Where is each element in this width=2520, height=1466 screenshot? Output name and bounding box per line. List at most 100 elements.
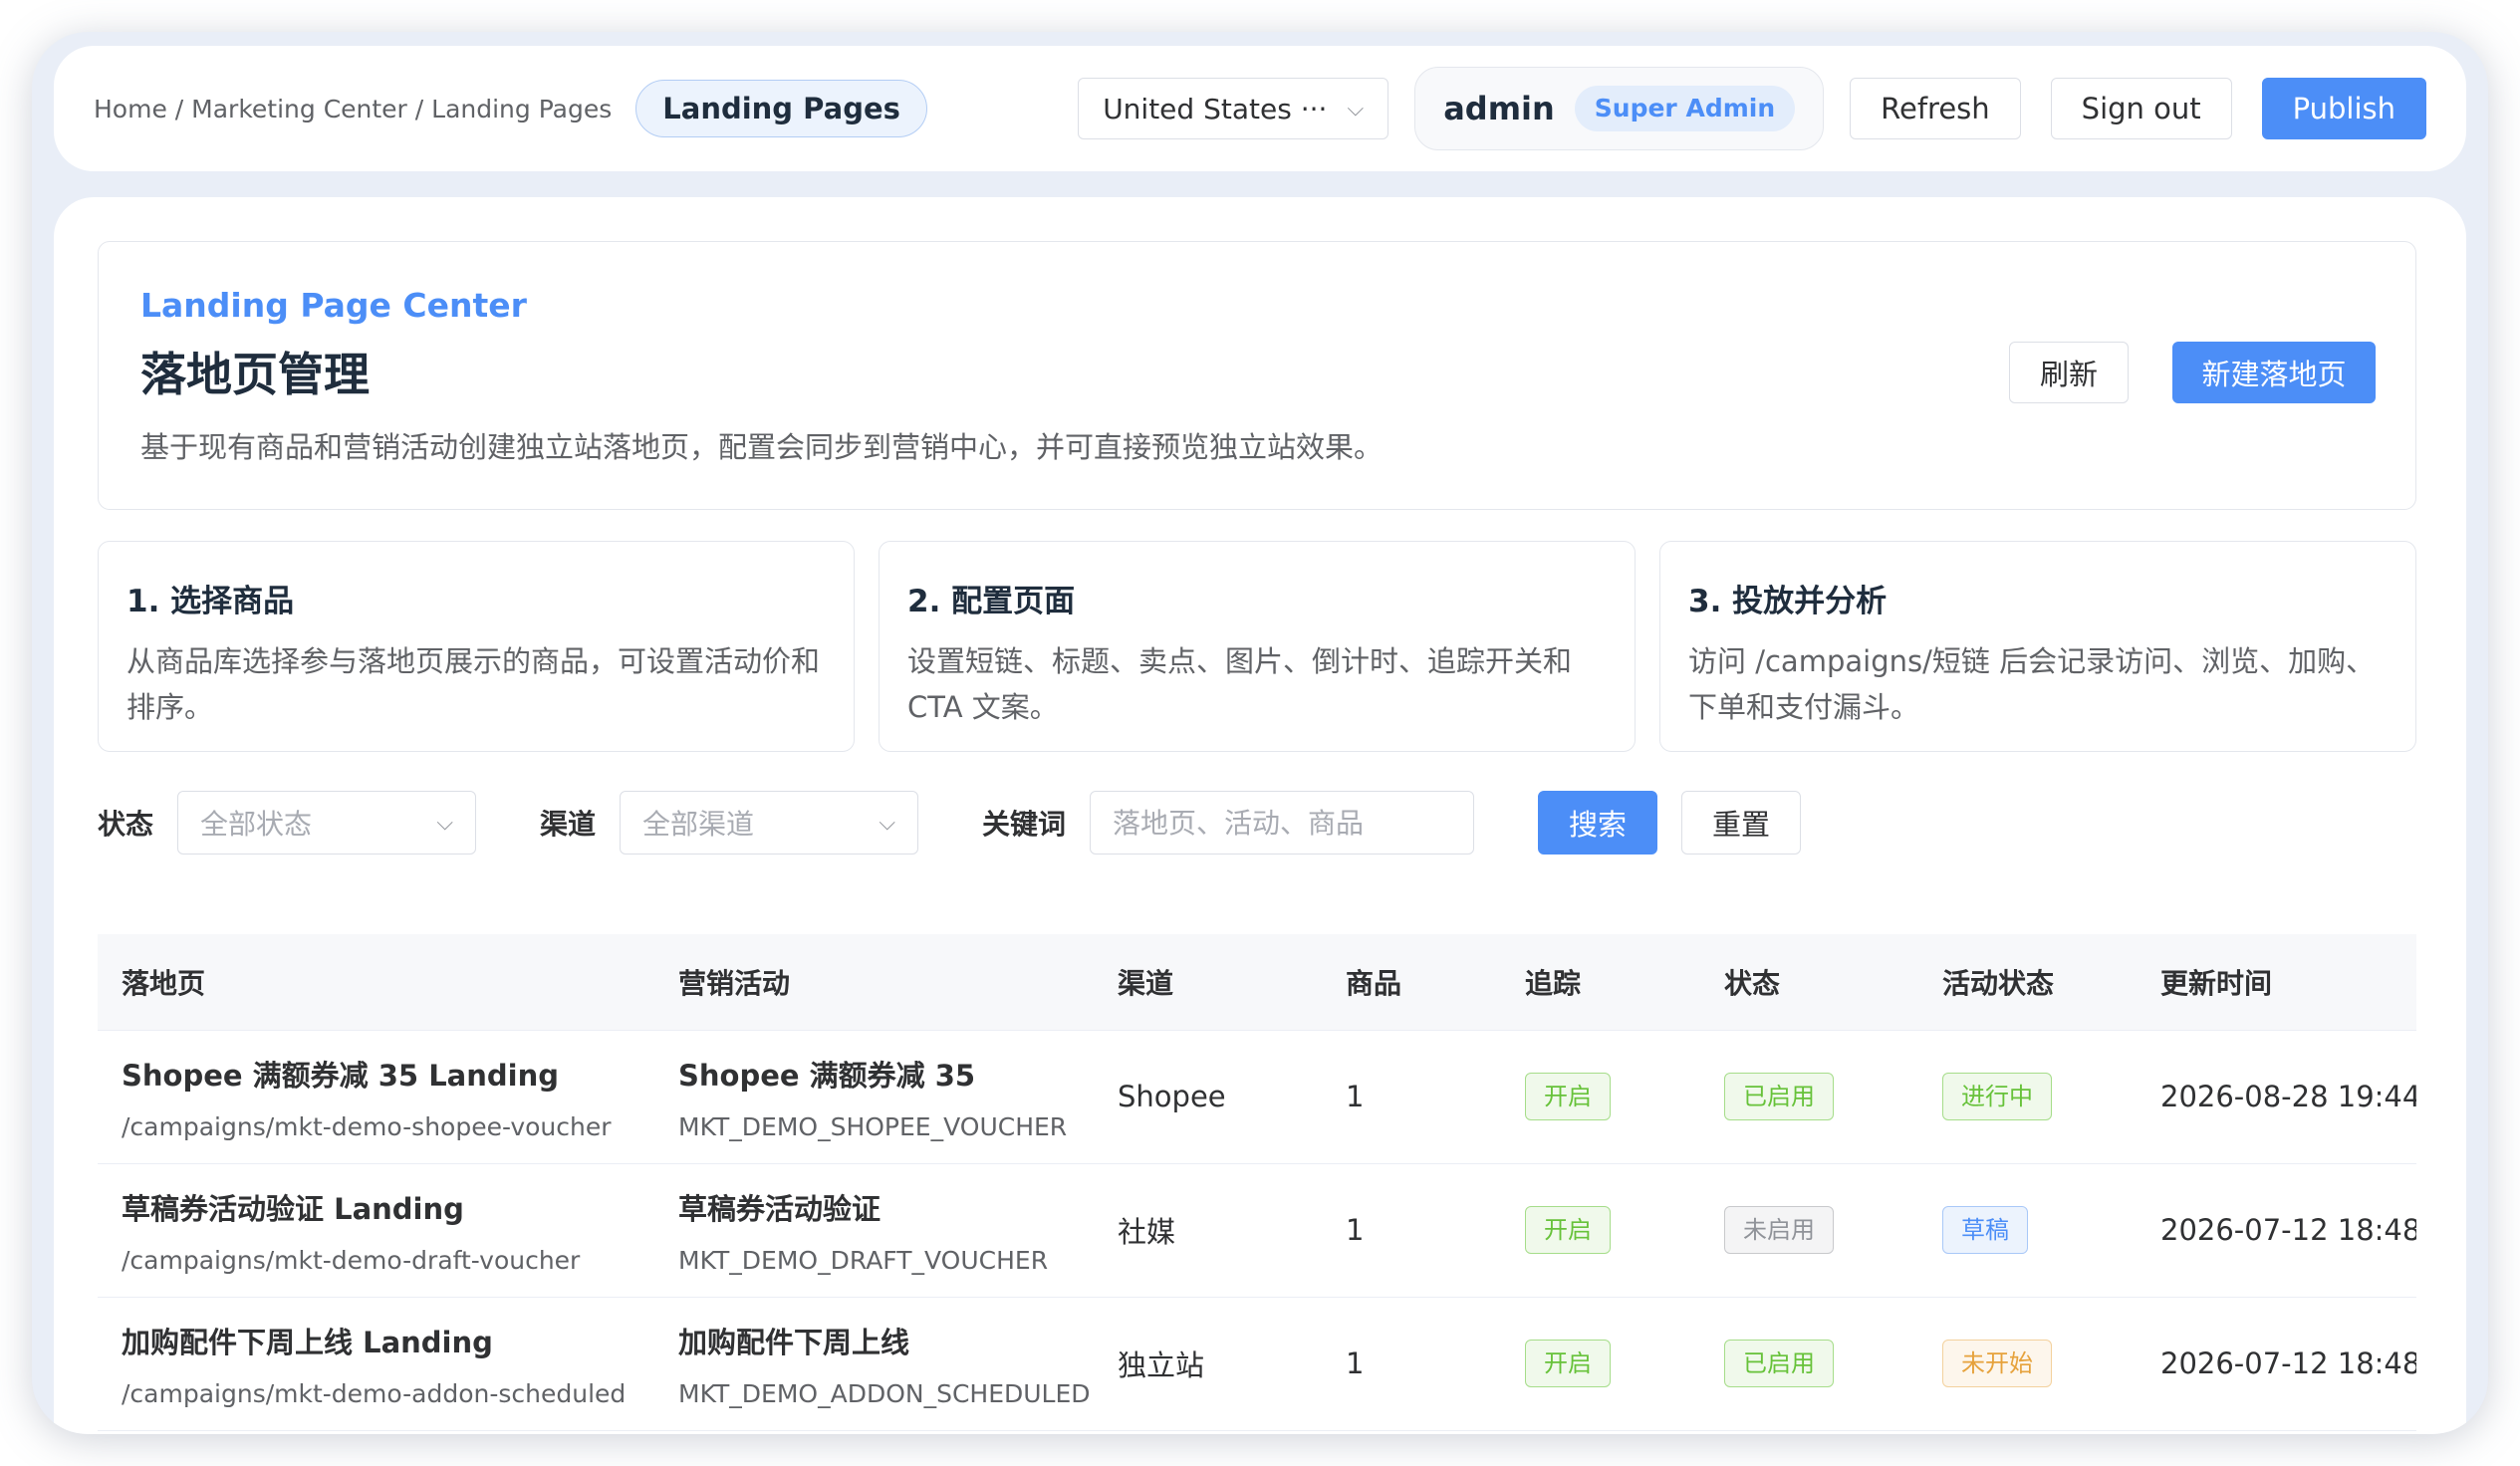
landing-pages-table: 落地页 营销活动 渠道 商品 追踪 状态 活动状态 更新时间 Shopee 满额… bbox=[98, 934, 2416, 1431]
tracking-cell: 开启 bbox=[1501, 1297, 1700, 1431]
table-row[interactable]: 加购配件下周上线 Landing /campaigns/mkt-demo-add… bbox=[98, 1297, 2416, 1431]
tracking-cell: 开启 bbox=[1501, 1030, 1700, 1164]
landing-page-path: /campaigns/mkt-demo-draft-voucher bbox=[122, 1245, 581, 1275]
reset-button[interactable]: 重置 bbox=[1681, 791, 1802, 855]
channel-filter-label: 渠道 bbox=[540, 808, 597, 841]
landing-page-cell: 草稿券活动验证 Landing /campaigns/mkt-demo-draf… bbox=[98, 1163, 654, 1298]
table-row[interactable]: 草稿券活动验证 Landing /campaigns/mkt-demo-draf… bbox=[98, 1163, 2416, 1298]
main-panel: Landing Page Center 落地页管理 基于现有商品和营销活动创建独… bbox=[54, 197, 2466, 1434]
region-select-value: United States ··· bbox=[1103, 92, 1328, 125]
landing-page-name[interactable]: 加购配件下周上线 Landing bbox=[122, 1320, 654, 1361]
hero-actions: 刷新 新建落地页 bbox=[2009, 342, 2376, 403]
status-cell: 已启用 bbox=[1700, 1030, 1918, 1164]
region-select[interactable]: United States ··· ⌵ bbox=[1078, 78, 1389, 139]
steps-row: 1. 选择商品 从商品库选择参与落地页展示的商品，可设置活动价和排序。 2. 配… bbox=[98, 541, 2416, 752]
column-header[interactable]: 追踪 bbox=[1501, 934, 1700, 1031]
column-header[interactable]: 商品 bbox=[1322, 934, 1501, 1031]
tracking-cell: 开启 bbox=[1501, 1163, 1700, 1298]
column-header[interactable]: 更新时间 bbox=[2137, 934, 2416, 1031]
tracking-tag: 开启 bbox=[1525, 1073, 1611, 1120]
role-badge: Super Admin bbox=[1574, 86, 1796, 131]
campaign-name: 加购配件下周上线 bbox=[678, 1325, 910, 1359]
channel-filter-select[interactable]: 全部渠道 ⌵ bbox=[620, 791, 919, 855]
status-cell: 未启用 bbox=[1700, 1163, 1918, 1298]
keyword-input[interactable] bbox=[1090, 791, 1475, 855]
hero-kicker: Landing Page Center bbox=[140, 286, 527, 325]
channel-filter-value: 全部渠道 bbox=[642, 808, 755, 841]
campaign-code: MKT_DEMO_DRAFT_VOUCHER bbox=[678, 1245, 1049, 1275]
activity-status-tag: 进行中 bbox=[1942, 1073, 2052, 1120]
page-title: Landing Pages bbox=[635, 80, 927, 137]
step-description: 从商品库选择参与落地页展示的商品，可设置活动价和排序。 bbox=[126, 644, 821, 724]
column-header[interactable]: 渠道 bbox=[1094, 934, 1322, 1031]
keyword-filter-label: 关键词 bbox=[982, 808, 1067, 841]
landing-page-path: /campaigns/mkt-demo-shopee-voucher bbox=[122, 1111, 612, 1141]
products-cell: 1 bbox=[1322, 1297, 1501, 1431]
step-card: 1. 选择商品 从商品库选择参与落地页展示的商品，可设置活动价和排序。 bbox=[98, 541, 855, 752]
status-cell: 已启用 bbox=[1700, 1297, 1918, 1431]
products-cell: 1 bbox=[1322, 1030, 1501, 1164]
chevron-down-icon: ⌵ bbox=[436, 810, 454, 836]
campaign-code: MKT_DEMO_ADDON_SCHEDULED bbox=[678, 1378, 1091, 1408]
landing-page-cell: 加购配件下周上线 Landing /campaigns/mkt-demo-add… bbox=[98, 1297, 654, 1431]
app-window: Home / Marketing Center / Landing Pages … bbox=[32, 32, 2488, 1434]
status-filter-label: 状态 bbox=[98, 808, 154, 841]
column-header[interactable]: 活动状态 bbox=[1918, 934, 2137, 1031]
activity-status-tag: 未开始 bbox=[1942, 1340, 2052, 1387]
top-header: Home / Marketing Center / Landing Pages … bbox=[54, 46, 2466, 171]
tracking-tag: 开启 bbox=[1525, 1340, 1611, 1387]
channel-cell: Shopee bbox=[1094, 1030, 1322, 1164]
tracking-tag: 开启 bbox=[1525, 1206, 1611, 1254]
status-tag: 已启用 bbox=[1724, 1340, 1834, 1387]
user-info: admin Super Admin bbox=[1414, 67, 1825, 150]
step-card: 3. 投放并分析 访问 /campaigns/短链 后会记录访问、浏览、加购、下… bbox=[1659, 541, 2416, 752]
step-description: 访问 /campaigns/短链 后会记录访问、浏览、加购、下单和支付漏斗。 bbox=[1688, 644, 2376, 724]
activity-status-cell: 进行中 bbox=[1918, 1030, 2137, 1164]
status-filter-select[interactable]: 全部状态 ⌵ bbox=[177, 791, 477, 855]
create-landing-page-button[interactable]: 新建落地页 bbox=[2172, 342, 2376, 403]
column-header[interactable]: 落地页 bbox=[98, 934, 654, 1031]
sign-out-button[interactable]: Sign out bbox=[2050, 78, 2232, 139]
column-header[interactable]: 营销活动 bbox=[654, 934, 1094, 1031]
table-header-row: 落地页 营销活动 渠道 商品 追踪 状态 活动状态 更新时间 bbox=[98, 934, 2416, 1031]
refresh-button[interactable]: Refresh bbox=[1850, 78, 2021, 139]
updated-time-cell: 2026-07-12 18:48:08 bbox=[2137, 1163, 2416, 1298]
hero-card: Landing Page Center 落地页管理 基于现有商品和营销活动创建独… bbox=[98, 241, 2416, 510]
landing-page-cell: Shopee 满额券减 35 Landing /campaigns/mkt-de… bbox=[98, 1030, 654, 1164]
search-button[interactable]: 搜索 bbox=[1538, 791, 1658, 855]
step-description: 设置短链、标题、卖点、图片、倒计时、追踪开关和 CTA 文案。 bbox=[907, 644, 1573, 724]
hero-refresh-button[interactable]: 刷新 bbox=[2009, 342, 2129, 403]
step-title: 3. 投放并分析 bbox=[1688, 584, 1888, 619]
filter-bar: 状态 全部状态 ⌵ 渠道 全部渠道 ⌵ 关键词 搜索 重置 bbox=[98, 791, 2416, 855]
campaign-cell: 加购配件下周上线 MKT_DEMO_ADDON_SCHEDULED bbox=[654, 1297, 1094, 1431]
campaign-name: Shopee 满额券减 35 bbox=[678, 1058, 976, 1093]
updated-time-cell: 2026-07-12 18:48:08 bbox=[2137, 1297, 2416, 1431]
products-cell: 1 bbox=[1322, 1163, 1501, 1298]
channel-cell: 独立站 bbox=[1094, 1297, 1322, 1431]
landing-page-name[interactable]: 草稿券活动验证 Landing bbox=[122, 1186, 654, 1228]
landing-page-name[interactable]: Shopee 满额券减 35 Landing bbox=[122, 1053, 654, 1095]
step-title: 2. 配置页面 bbox=[907, 584, 1076, 619]
chevron-down-icon: ⌵ bbox=[879, 810, 896, 836]
campaign-name: 草稿券活动验证 bbox=[678, 1191, 882, 1226]
table-row[interactable]: Shopee 满额券减 35 Landing /campaigns/mkt-de… bbox=[98, 1030, 2416, 1164]
activity-status-tag: 草稿 bbox=[1942, 1206, 2028, 1254]
user-name: admin bbox=[1443, 90, 1555, 127]
channel-cell: 社媒 bbox=[1094, 1163, 1322, 1298]
hero-description: 基于现有商品和营销活动创建独立站落地页，配置会同步到营销中心，并可直接预览独立站… bbox=[140, 430, 1384, 464]
status-tag: 已启用 bbox=[1724, 1073, 1834, 1120]
landing-page-path: /campaigns/mkt-demo-addon-scheduled bbox=[122, 1378, 627, 1408]
step-title: 1. 选择商品 bbox=[126, 584, 295, 619]
column-header[interactable]: 状态 bbox=[1700, 934, 1918, 1031]
status-tag: 未启用 bbox=[1724, 1206, 1834, 1254]
campaign-code: MKT_DEMO_SHOPEE_VOUCHER bbox=[678, 1111, 1068, 1141]
breadcrumb: Home / Marketing Center / Landing Pages bbox=[94, 94, 613, 123]
status-filter-value: 全部状态 bbox=[200, 808, 313, 841]
step-card: 2. 配置页面 设置短链、标题、卖点、图片、倒计时、追踪开关和 CTA 文案。 bbox=[879, 541, 1636, 752]
campaign-cell: Shopee 满额券减 35 MKT_DEMO_SHOPEE_VOUCHER bbox=[654, 1030, 1094, 1164]
publish-button[interactable]: Publish bbox=[2261, 78, 2426, 139]
updated-time-cell: 2026-08-28 19:44:15 bbox=[2137, 1030, 2416, 1164]
chevron-down-icon: ⌵ bbox=[1347, 96, 1365, 122]
campaign-cell: 草稿券活动验证 MKT_DEMO_DRAFT_VOUCHER bbox=[654, 1163, 1094, 1298]
activity-status-cell: 未开始 bbox=[1918, 1297, 2137, 1431]
